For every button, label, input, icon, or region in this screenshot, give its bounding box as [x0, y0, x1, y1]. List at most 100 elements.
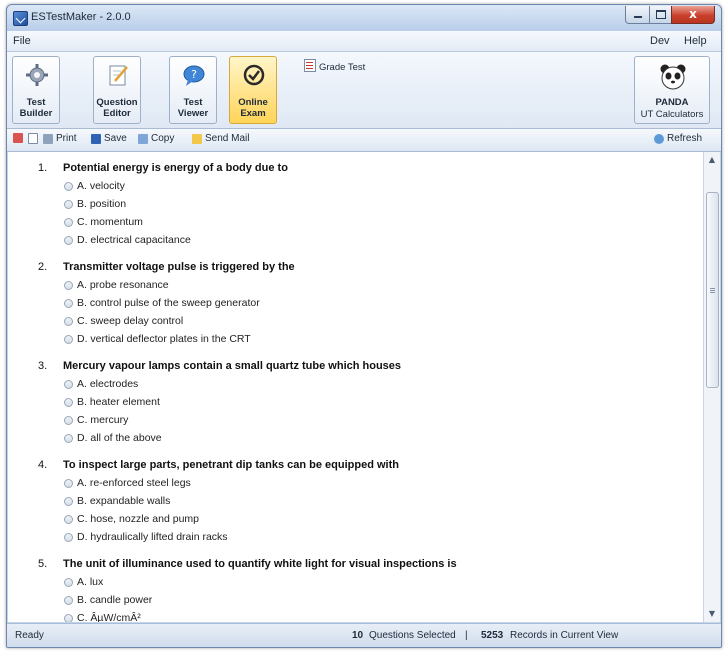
panda-ut-calculators-button[interactable]: PANDA UT Calculators: [634, 56, 710, 124]
check-circle-icon: [243, 64, 265, 86]
option-label: C. sweep delay control: [77, 315, 184, 327]
option-label: D. vertical deflector plates in the CRT: [77, 333, 251, 345]
answer-option[interactable]: B. control pulse of the sweep generator: [64, 297, 260, 309]
answer-option[interactable]: B. heater element: [64, 396, 160, 408]
scroll-thumb[interactable]: [706, 192, 719, 388]
answer-option[interactable]: C. hose, nozzle and pump: [64, 513, 199, 525]
radio-button[interactable]: [64, 316, 73, 326]
copy-icon: [138, 133, 148, 144]
scroll-down-arrow-icon[interactable]: ▼: [704, 606, 720, 622]
online-exam-button[interactable]: Online Exam: [229, 56, 277, 124]
close-button[interactable]: x: [671, 6, 715, 24]
answer-option[interactable]: D. hydraulically lifted drain racks: [64, 531, 228, 543]
answer-option[interactable]: D. all of the above: [64, 432, 162, 444]
radio-button[interactable]: [64, 532, 73, 542]
answer-option[interactable]: C. momentum: [64, 216, 143, 228]
test-builder-button[interactable]: Test Builder: [12, 56, 60, 124]
option-label: C. hose, nozzle and pump: [77, 513, 199, 525]
option-label: B. expandable walls: [77, 495, 171, 507]
answer-option[interactable]: C. sweep delay control: [64, 315, 183, 327]
print-preview-icon: [28, 133, 38, 144]
radio-button[interactable]: [64, 397, 73, 407]
chat-bubble-icon: ?: [183, 65, 205, 86]
radio-button[interactable]: [64, 199, 73, 209]
app-window: ESTestMaker - 2.0.0 x File Dev Help Test…: [6, 4, 722, 648]
send-mail-button[interactable]: Send Mail: [192, 133, 249, 144]
option-label: C. momentum: [77, 216, 143, 228]
print-label: Print: [56, 133, 77, 144]
answer-option[interactable]: B. candle power: [64, 594, 152, 606]
radio-button[interactable]: [64, 415, 73, 425]
question-number: 4.: [38, 459, 48, 471]
answer-option[interactable]: A. probe resonance: [64, 279, 169, 291]
radio-button[interactable]: [64, 181, 73, 191]
answer-option[interactable]: B. position: [64, 198, 126, 210]
test-viewer-button[interactable]: ? Test Viewer: [169, 56, 217, 124]
title-bar[interactable]: ESTestMaker - 2.0.0 x: [7, 5, 721, 31]
printer-icon: [43, 133, 53, 144]
answer-option[interactable]: D. vertical deflector plates in the CRT: [64, 333, 251, 345]
question-list: 1. Potential energy is energy of a body …: [8, 152, 704, 622]
question-number: 2.: [38, 261, 48, 273]
save-label: Save: [104, 133, 127, 144]
grip-icon: [710, 288, 715, 289]
option-label: B. candle power: [77, 594, 153, 606]
radio-button[interactable]: [64, 478, 73, 488]
refresh-label: Refresh: [667, 133, 703, 144]
menu-file[interactable]: File: [13, 35, 31, 47]
svg-text:?: ?: [191, 68, 197, 81]
menu-help[interactable]: Help: [684, 35, 707, 47]
question-number: 3.: [38, 360, 48, 372]
radio-button[interactable]: [64, 577, 73, 587]
radio-button[interactable]: [64, 613, 73, 622]
option-label: D. hydraulically lifted drain racks: [77, 531, 228, 543]
radio-button[interactable]: [64, 514, 73, 524]
print-preview-button[interactable]: [28, 133, 41, 144]
radio-button[interactable]: [64, 496, 73, 506]
panda-title: PANDA: [655, 97, 689, 108]
answer-option[interactable]: A. re-enforced steel legs: [64, 477, 191, 489]
option-label: A. electrodes: [77, 378, 139, 390]
maximize-button[interactable]: [649, 6, 673, 24]
answer-option[interactable]: A. electrodes: [64, 378, 138, 390]
menu-bar: File Dev Help: [7, 31, 721, 52]
option-label: D. all of the above: [77, 432, 162, 444]
option-label: B. heater element: [77, 396, 160, 408]
radio-button[interactable]: [64, 217, 73, 227]
vertical-scrollbar[interactable]: ▲ ▼: [704, 152, 720, 622]
copy-button[interactable]: Copy: [138, 133, 174, 144]
save-button[interactable]: Save: [91, 133, 127, 144]
radio-button[interactable]: [64, 298, 73, 308]
answer-option[interactable]: B. expandable walls: [64, 495, 170, 507]
option-label: C. mercury: [77, 414, 129, 426]
minimize-button[interactable]: [625, 6, 651, 24]
grade-test-button[interactable]: Grade Test: [304, 59, 365, 73]
status-bar: Ready 10 Questions Selected | 5253 Recor…: [7, 623, 721, 647]
answer-option[interactable]: A. velocity: [64, 180, 125, 192]
answer-option[interactable]: A. lux: [64, 576, 103, 588]
copy-label: Copy: [151, 133, 175, 144]
close-document-button[interactable]: [13, 133, 26, 143]
question-text: Mercury vapour lamps contain a small qua…: [63, 360, 402, 372]
radio-button[interactable]: [64, 235, 73, 245]
radio-button[interactable]: [64, 334, 73, 344]
option-label: A. lux: [77, 576, 104, 588]
option-label: B. control pulse of the sweep generator: [77, 297, 260, 309]
answer-option[interactable]: D. electrical capacitance: [64, 234, 191, 246]
scroll-up-arrow-icon[interactable]: ▲: [704, 152, 720, 168]
answer-option[interactable]: C. ÂµW/cmÂ²: [64, 612, 141, 622]
radio-button[interactable]: [64, 433, 73, 443]
radio-button[interactable]: [64, 379, 73, 389]
close-doc-icon: [13, 133, 23, 143]
question-editor-button[interactable]: Question Editor: [93, 56, 141, 124]
radio-button[interactable]: [64, 280, 73, 290]
refresh-button[interactable]: Refresh: [654, 133, 702, 144]
records-count: 5253: [481, 630, 504, 641]
print-button[interactable]: Print: [43, 133, 77, 144]
radio-button[interactable]: [64, 595, 73, 605]
question-editor-label: Question Editor: [96, 97, 138, 119]
option-label: B. position: [77, 198, 127, 210]
answer-option[interactable]: C. mercury: [64, 414, 128, 426]
question-text: To inspect large parts, penetrant dip ta…: [63, 459, 399, 471]
menu-dev[interactable]: Dev: [650, 35, 670, 47]
